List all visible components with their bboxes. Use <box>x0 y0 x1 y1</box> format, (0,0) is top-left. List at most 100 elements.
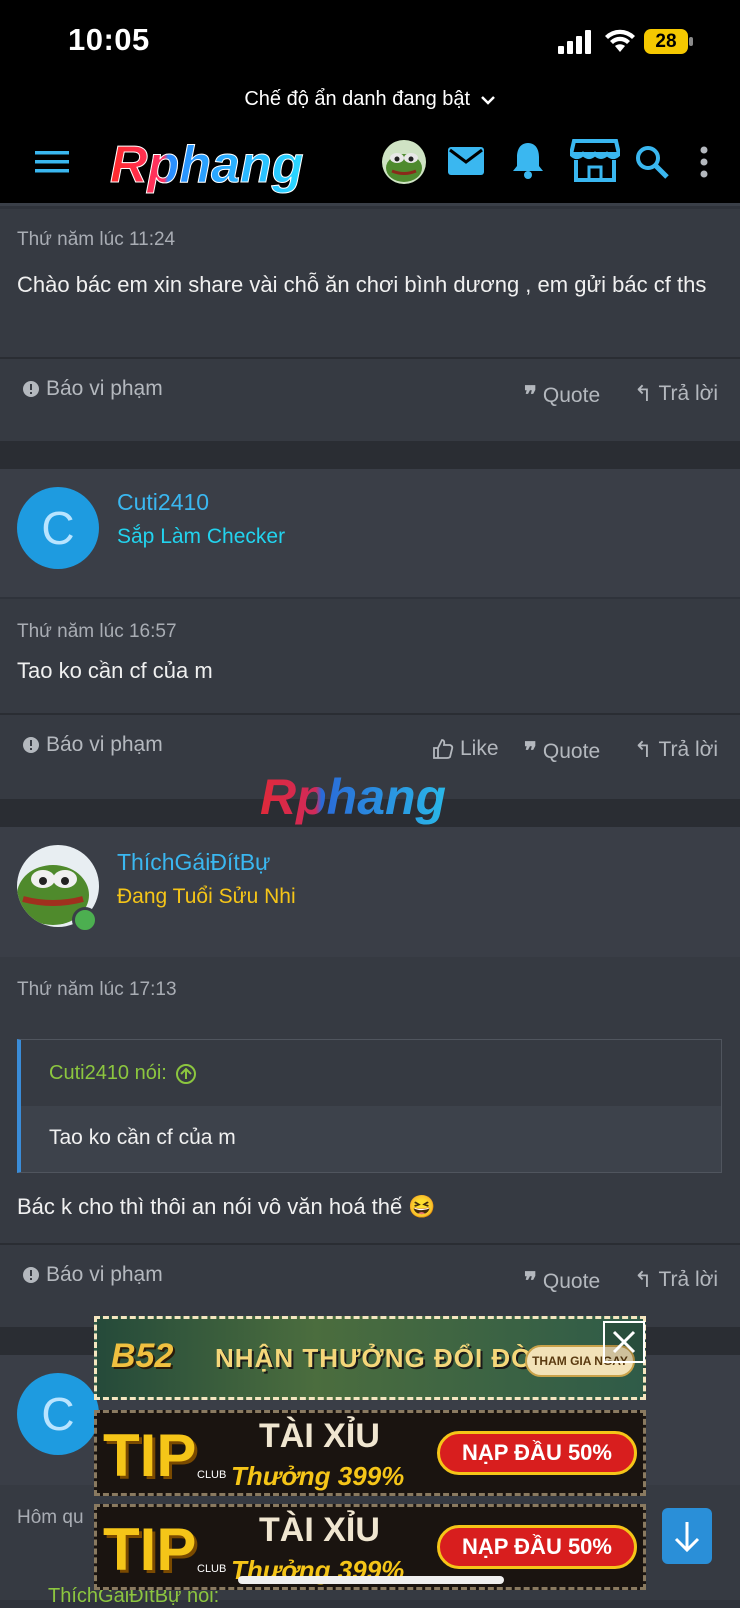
chevron-down-icon <box>480 95 495 105</box>
quote-block: Cuti2410 nói: Tao ko cần cf của m <box>17 1039 722 1173</box>
messages-button[interactable] <box>446 140 486 182</box>
like-button[interactable]: Like <box>432 737 499 761</box>
incognito-banner[interactable]: Chế độ ẩn danh đang bật <box>0 80 740 120</box>
status-bar: 10:05 28 <box>0 0 740 80</box>
report-button[interactable]: Báo vi phạm <box>22 377 163 401</box>
arrow-down-icon <box>674 1522 700 1553</box>
home-indicator[interactable] <box>238 1576 504 1584</box>
notifications-button[interactable] <box>508 138 548 182</box>
report-label: Báo vi phạm <box>46 1263 163 1286</box>
ad-banner-b52[interactable]: B52 NHẬN THƯỞNG ĐỔI ĐỜI THAM GIA NGAY <box>94 1316 646 1400</box>
menu-button[interactable] <box>30 142 74 182</box>
thumbs-up-icon <box>433 739 454 759</box>
ad-headline: NHẬN THƯỞNG ĐỔI ĐỜI <box>215 1343 543 1373</box>
quote-icon: ❞ <box>524 1268 537 1295</box>
top-navbar: Rphang <box>0 120 740 206</box>
post-body: Tao ko cần cf của m <box>17 658 213 683</box>
ad-brand: TIP <box>103 1422 197 1489</box>
battery-icon: 28 <box>644 29 694 54</box>
ad-bonus: Thưởng 399% <box>231 1461 405 1491</box>
report-button[interactable]: Báo vi phạm <box>22 1263 163 1287</box>
post-body: Bác k cho thì thôi an nói vô văn hoá thế… <box>17 1194 436 1219</box>
post-3-user: ThíchGáiĐítBự Đang Tuổi Sửu Nhi <box>0 827 740 957</box>
quote-label: Quote <box>542 383 601 407</box>
post-3: Thứ năm lúc 17:13 Cuti2410 nói: Tao ko c… <box>0 957 740 1327</box>
close-icon <box>612 1330 636 1354</box>
mail-icon <box>448 147 484 175</box>
post-actions: Báo vi phạm ❞ Quote ↰ Trả lời <box>0 1245 740 1315</box>
quote-button[interactable]: ❞ Quote <box>524 1267 600 1296</box>
reply-button[interactable]: ↰ Trả lời <box>634 737 718 763</box>
store-button[interactable] <box>568 136 622 184</box>
battery-level: 28 <box>655 31 677 52</box>
ad-cta: NẠP ĐẦU 50% <box>437 1431 637 1475</box>
like-label: Like <box>460 737 499 760</box>
user-title: Đang Tuổi Sửu Nhi <box>117 885 296 908</box>
alert-circle-icon <box>23 381 39 397</box>
quote-icon: ❞ <box>524 382 537 409</box>
quote-text: Tao ko cần cf của m <box>21 1106 721 1172</box>
wifi-icon <box>605 29 635 52</box>
watermark-text: Rphang <box>260 769 446 825</box>
more-vertical-icon <box>700 146 708 178</box>
username-link[interactable]: ThíchGáiĐítBự <box>117 849 270 876</box>
ad-title: TÀI XỈU <box>259 1511 380 1549</box>
quote-label: Quote <box>542 739 601 763</box>
reply-label: Trả lời <box>658 1268 719 1291</box>
status-time: 10:05 <box>68 22 150 57</box>
reply-button[interactable]: ↰ Trả lời <box>634 1267 718 1293</box>
quote-icon: ❞ <box>524 738 537 765</box>
reply-icon: ↰ <box>634 1267 653 1292</box>
scroll-down-button[interactable] <box>662 1508 712 1564</box>
quote-button[interactable]: ❞ Quote <box>524 737 600 766</box>
avatar[interactable]: C <box>17 1373 99 1455</box>
post-body: Chào bác em xin share vài chỗ ăn chơi bì… <box>17 272 707 297</box>
reply-icon: ↰ <box>634 381 653 406</box>
alert-circle-icon <box>23 1267 39 1283</box>
quote-author-label: Cuti2410 nói: <box>49 1062 167 1084</box>
arrow-up-circle-icon <box>175 1063 196 1084</box>
post-actions: Báo vi phạm ❞ Quote ↰ Trả lời <box>0 359 740 429</box>
watermark-logo: Rphang <box>260 769 446 825</box>
ad-banner-tip-1[interactable]: TIP CLUB TÀI XỈU Thưởng 399% NẠP ĐẦU 50% <box>94 1410 646 1496</box>
post-timestamp: Thứ năm lúc 11:24 <box>17 229 176 250</box>
store-icon <box>570 139 620 182</box>
ad-club: CLUB <box>197 1563 227 1575</box>
user-title: Sắp Làm Checker <box>117 525 286 548</box>
reply-icon: ↰ <box>634 737 653 762</box>
ad-club: CLUB <box>197 1469 227 1481</box>
report-button[interactable]: Báo vi phạm <box>22 733 163 757</box>
ad-close-button[interactable] <box>603 1321 645 1363</box>
site-logo[interactable]: Rphang <box>106 132 336 196</box>
reply-label: Trả lời <box>658 738 719 761</box>
reply-label: Trả lời <box>658 382 719 405</box>
report-label: Báo vi phạm <box>46 377 163 400</box>
search-button[interactable] <box>632 140 672 184</box>
post-1: Thứ năm lúc 11:24 Chào bác em xin share … <box>0 209 740 441</box>
quote-author[interactable]: Cuti2410 nói: <box>49 1062 197 1085</box>
pepe-avatar-icon <box>382 140 426 184</box>
post-gap <box>0 441 740 469</box>
post-timestamp: Thứ năm lúc 16:57 <box>17 621 177 642</box>
quote-button[interactable]: ❞ Quote <box>524 381 600 410</box>
logo-text: Rphang <box>110 136 304 194</box>
post-timestamp: Thứ năm lúc 17:13 <box>17 979 177 1000</box>
post-2-user: C Cuti2410 Sắp Làm Checker <box>0 469 740 597</box>
ad-brand: TIP <box>103 1516 197 1583</box>
reply-button[interactable]: ↰ Trả lời <box>634 381 718 407</box>
bell-icon <box>513 143 543 179</box>
username-link[interactable]: Cuti2410 <box>117 489 209 516</box>
incognito-label: Chế độ ẩn danh đang bật <box>244 88 471 110</box>
hamburger-icon <box>35 151 69 173</box>
ad-brand: B52 <box>111 1337 174 1375</box>
post-timestamp: Hôm qu <box>17 1507 84 1528</box>
ad-title: TÀI XỈU <box>259 1417 380 1455</box>
quote-label: Quote <box>542 1269 601 1293</box>
user-avatar-button[interactable] <box>382 140 426 184</box>
search-icon <box>636 146 669 179</box>
cellular-signal-icon <box>558 30 591 54</box>
alert-circle-icon <box>23 737 39 753</box>
avatar[interactable]: C <box>17 487 99 569</box>
online-indicator-icon <box>72 907 98 933</box>
more-options-button[interactable] <box>690 140 718 184</box>
